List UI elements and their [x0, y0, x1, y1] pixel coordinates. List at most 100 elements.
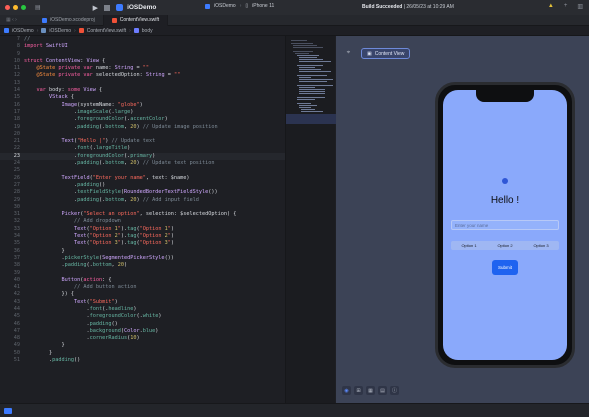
breadcrumb-item-file[interactable]: ContentView.swift: [87, 28, 126, 34]
code-line[interactable]: }: [24, 248, 236, 255]
code-line[interactable]: .foregroundColor(.white): [24, 313, 236, 320]
toolbar-right: ▲ + ▥: [548, 3, 583, 10]
code-line[interactable]: .padding(): [24, 182, 236, 189]
code-line[interactable]: Picker("Select an option", selection: $s…: [24, 211, 236, 218]
line-number: 19: [13, 123, 20, 130]
minimize-window-button[interactable]: [13, 5, 18, 10]
line-number: 37: [13, 254, 20, 261]
line-number: 22: [13, 145, 20, 152]
minimap[interactable]: [285, 36, 336, 403]
preview-icon: ▣: [367, 50, 372, 57]
code-line[interactable]: .font(.headline): [24, 306, 236, 313]
code-line[interactable]: [24, 131, 236, 138]
code-line[interactable]: [24, 51, 236, 58]
code-line[interactable]: .padding(.bottom, 20) // Update image po…: [24, 124, 236, 131]
scheme-device[interactable]: iPhone 11: [252, 3, 274, 9]
line-number: 24: [13, 160, 20, 167]
code-line[interactable]: //: [24, 36, 236, 43]
scheme-target[interactable]: iOSDemo: [214, 3, 236, 9]
name-field[interactable]: Enter your name: [451, 220, 559, 230]
hello-text: Hello !: [490, 195, 520, 206]
warning-icon[interactable]: ▲: [548, 3, 554, 10]
option-segment-1[interactable]: Option 1: [451, 241, 487, 250]
build-status: Build Succeeded | 26/05/23 at 10:29 AM: [362, 4, 454, 10]
code-line[interactable]: .cornerRadius(10): [24, 335, 236, 342]
option-picker[interactable]: Option 1 Option 2 Option 3: [451, 241, 559, 250]
scheme-selector[interactable]: iOSDemo › ▯ iPhone 11: [205, 3, 274, 9]
build-time: 26/05/23 at 10:29 AM: [406, 4, 454, 10]
code-line[interactable]: Text("Hello |") // Update text: [24, 138, 236, 145]
preview-selector-button[interactable]: ▣ Content View: [361, 48, 411, 59]
tab-label: ContentView.swift: [119, 17, 160, 23]
code-line[interactable]: Text("Option 1").tag("Option 1"): [24, 226, 236, 233]
code-line[interactable]: .foregroundColor(.primary): [24, 153, 236, 160]
code-line[interactable]: [24, 167, 236, 174]
code-line[interactable]: }: [24, 350, 236, 357]
code-line[interactable]: .padding(.bottom, 20) // Update text pos…: [24, 160, 236, 167]
device-screen: Hello ! Enter your name Option 1 Option …: [443, 90, 567, 360]
line-number: 31: [13, 211, 20, 218]
sidebar-toggle-icon[interactable]: ▤: [35, 4, 41, 11]
code-line[interactable]: TextField("Enter your name", text: $name…: [24, 175, 236, 182]
code-line[interactable]: }) {: [24, 291, 236, 298]
code-line[interactable]: .padding(.bottom, 20): [24, 262, 236, 269]
code-line[interactable]: var body: some View {: [24, 87, 236, 94]
breadcrumb-item-symbol[interactable]: body: [142, 28, 153, 34]
code-line[interactable]: @State private var selectedOption: Strin…: [24, 72, 236, 79]
code-line[interactable]: import SwiftUI: [24, 43, 236, 50]
code-line[interactable]: Text("Option 2").tag("Option 2"): [24, 233, 236, 240]
code-line[interactable]: .padding(.bottom, 20) // Add input field: [24, 197, 236, 204]
code-line[interactable]: .pickerStyle(SegmentedPickerStyle()): [24, 255, 236, 262]
code-line[interactable]: .padding(): [24, 357, 236, 364]
debug-area-toggle-icon[interactable]: [4, 408, 12, 414]
code-line[interactable]: .background(Color.blue): [24, 328, 236, 335]
code-line[interactable]: .font(.largeTitle): [24, 145, 236, 152]
code-line[interactable]: .padding(): [24, 321, 236, 328]
globe-icon: [502, 178, 508, 184]
line-number: 12: [13, 72, 20, 79]
option-segment-3[interactable]: Option 3: [523, 241, 559, 250]
code-line[interactable]: .textFieldStyle(RoundedBorderTextFieldSt…: [24, 189, 236, 196]
code-line[interactable]: [24, 270, 236, 277]
code-line[interactable]: // Add dropdown: [24, 218, 236, 225]
code-line[interactable]: Image(systemName: "globe"): [24, 102, 236, 109]
line-number: 40: [13, 276, 20, 283]
add-icon[interactable]: +: [564, 3, 568, 10]
code-line[interactable]: Text("Submit"): [24, 299, 236, 306]
code-line[interactable]: Button(action: {: [24, 277, 236, 284]
name-field-placeholder: Enter your name: [455, 222, 489, 228]
source-code[interactable]: //import SwiftUI struct ContentView: Vie…: [24, 36, 236, 364]
code-line[interactable]: // Add button action: [24, 284, 236, 291]
code-line[interactable]: Text("Option 3").tag("Option 3"): [24, 240, 236, 247]
device-notch: [476, 90, 534, 102]
zoom-window-button[interactable]: [21, 5, 26, 10]
navigation-arrows[interactable]: ▦ ‹ ›: [6, 17, 34, 23]
info-icon[interactable]: ⓘ: [390, 386, 399, 395]
line-number: 23: [13, 152, 20, 159]
pin-icon[interactable]: ⌖: [342, 48, 355, 59]
breadcrumb-item-folder[interactable]: iOSDemo: [49, 28, 71, 34]
run-button[interactable]: ▶: [93, 4, 98, 12]
code-line[interactable]: .imageScale(.large): [24, 109, 236, 116]
code-line[interactable]: .foregroundColor(.accentColor): [24, 116, 236, 123]
code-line[interactable]: [24, 204, 236, 211]
variants-icon[interactable]: ▦: [366, 386, 375, 395]
tab-content-view[interactable]: ContentView.swift: [103, 14, 169, 26]
code-line[interactable]: struct ContentView: View {: [24, 58, 236, 65]
close-window-button[interactable]: [5, 5, 10, 10]
stop-button[interactable]: [104, 4, 111, 11]
device-settings-icon[interactable]: ▤: [378, 386, 387, 395]
option-segment-2[interactable]: Option 2: [487, 241, 523, 250]
code-line[interactable]: VStack {: [24, 94, 236, 101]
code-line[interactable]: }: [24, 342, 236, 349]
breadcrumb-item-project[interactable]: iOSDemo: [12, 28, 34, 34]
inspector-toggle-icon[interactable]: ▥: [577, 3, 583, 10]
selectable-mode-icon[interactable]: ⊞: [354, 386, 363, 395]
tab-project[interactable]: iOSDemo.xcodeproj: [34, 14, 104, 26]
code-line[interactable]: [24, 80, 236, 87]
code-line[interactable]: @State private var name: String = "": [24, 65, 236, 72]
code-editor[interactable]: 7 8 9 10 11 12 13 14 15 16 17 18 19 20 21 22 23 24 25 26 27 2…: [0, 36, 285, 403]
live-preview-icon[interactable]: ◉: [342, 386, 351, 395]
app-icon: [116, 4, 124, 11]
submit-button[interactable]: Submit: [492, 260, 518, 275]
